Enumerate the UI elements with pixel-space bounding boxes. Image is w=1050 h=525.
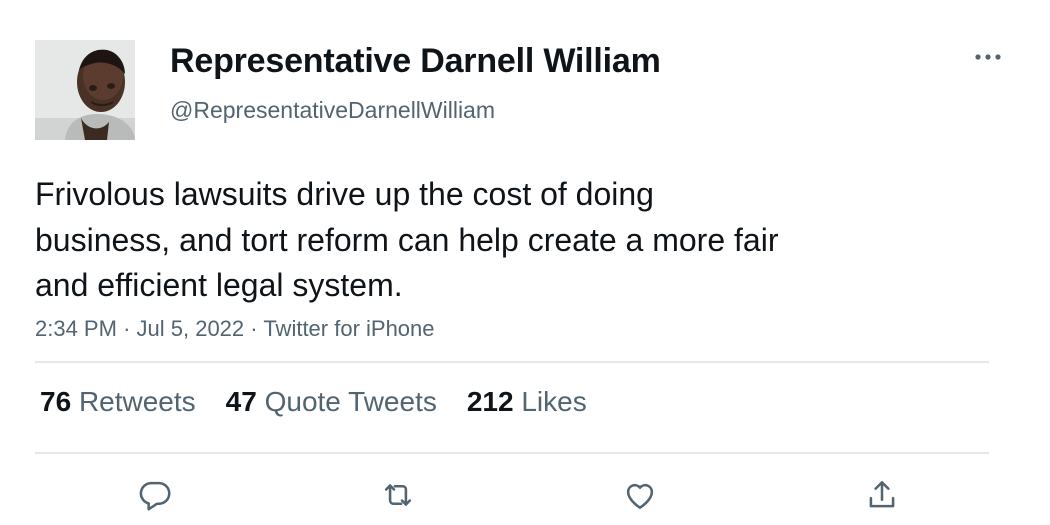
tweet-text: Frivolous lawsuits drive up the cost of … <box>35 176 779 303</box>
divider-bottom <box>35 452 989 454</box>
engagement-stats: 76 Retweets 47 Quote Tweets 212 Likes <box>40 386 587 418</box>
tweet-source[interactable]: Twitter for iPhone <box>263 316 434 341</box>
author-name[interactable]: Representative Darnell William <box>170 42 661 81</box>
author-avatar[interactable] <box>35 40 135 140</box>
tweet-meta: 2:34 PM · Jul 5, 2022 · Twitter for iPho… <box>35 316 435 342</box>
share-icon[interactable] <box>860 473 904 517</box>
quote-tweets-count: 47 <box>225 386 257 417</box>
like-icon[interactable] <box>618 473 662 517</box>
retweets-stat[interactable]: 76 Retweets <box>40 386 196 418</box>
retweets-label: Retweets <box>78 386 196 417</box>
meta-separator: · <box>250 316 258 341</box>
likes-label: Likes <box>521 386 587 417</box>
retweet-icon[interactable] <box>376 473 420 517</box>
likes-count: 212 <box>466 386 514 417</box>
reply-icon[interactable] <box>133 473 177 517</box>
more-options-icon[interactable] <box>970 40 1006 74</box>
quote-tweets-stat[interactable]: 47 Quote Tweets <box>226 386 437 418</box>
author-handle[interactable]: @RepresentativeDarnellWilliam <box>170 97 495 124</box>
tweet-date[interactable]: Jul 5, 2022 <box>137 316 245 341</box>
meta-separator: · <box>123 316 131 341</box>
likes-stat[interactable]: 212 Likes <box>467 386 587 418</box>
tweet-time[interactable]: 2:34 PM <box>35 316 117 341</box>
divider-top <box>35 361 989 363</box>
avatar-photo <box>35 40 135 140</box>
quote-tweets-label: Quote Tweets <box>264 386 437 417</box>
retweets-count: 76 <box>40 386 72 417</box>
